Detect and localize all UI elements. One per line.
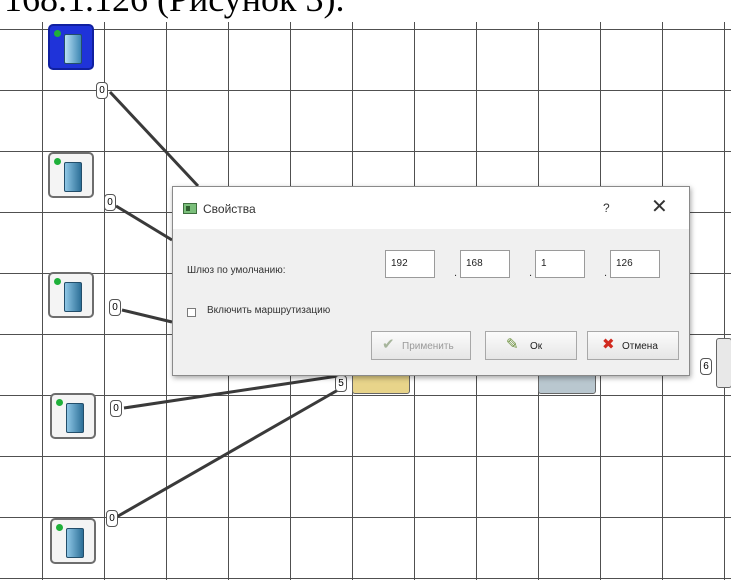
computer-tower-icon: [64, 162, 82, 192]
gateway-octet-1-input[interactable]: 192: [385, 250, 435, 278]
apply-button[interactable]: ✔ Применить: [371, 331, 471, 360]
workstation-pc-4[interactable]: [50, 393, 96, 439]
checkmark-icon: ✔: [382, 336, 395, 353]
status-led-icon: [54, 158, 61, 165]
octet-separator: .: [604, 267, 608, 279]
port-label-pc2: 0: [104, 194, 116, 211]
link-pc4: [123, 374, 339, 410]
gateway-octet-2-input[interactable]: 168: [460, 250, 510, 278]
window-icon: [183, 203, 197, 214]
link-pc1: [108, 90, 200, 188]
right-edge-device[interactable]: [716, 338, 731, 388]
port-label-pc3: 0: [109, 299, 121, 316]
gateway-octet-4-input[interactable]: 126: [610, 250, 660, 278]
close-button[interactable]: ✕: [651, 197, 668, 217]
status-led-icon: [56, 524, 63, 531]
workstation-pc-5[interactable]: [50, 518, 96, 564]
computer-tower-icon: [64, 282, 82, 312]
dialog-titlebar: Свойства ? ✕: [173, 187, 689, 229]
workstation-pc-3[interactable]: [48, 272, 94, 318]
workstation-pc-2[interactable]: [48, 152, 94, 198]
status-led-icon: [54, 278, 61, 285]
octet-separator: .: [529, 267, 533, 279]
help-button[interactable]: ?: [603, 201, 610, 215]
apply-button-label: Применить: [402, 341, 454, 352]
octet-separator: .: [454, 267, 458, 279]
enable-routing-checkbox[interactable]: [187, 308, 196, 317]
computer-tower-icon: [66, 403, 84, 433]
properties-dialog: Свойства ? ✕ Шлюз по умолчанию: 192 . 16…: [172, 186, 690, 376]
link-pc2: [115, 204, 173, 242]
ok-icon: ✎: [506, 336, 519, 353]
dialog-title: Свойства: [203, 202, 256, 216]
cancel-x-icon: ✖: [602, 336, 615, 353]
cancel-button[interactable]: ✖ Отмена: [587, 331, 679, 360]
port-label-pc4: 0: [110, 400, 122, 417]
default-gateway-label: Шлюз по умолчанию:: [187, 265, 286, 276]
computer-tower-icon: [64, 34, 82, 64]
cancel-button-label: Отмена: [622, 341, 658, 352]
port-label-switch: 5: [335, 375, 347, 392]
status-led-icon: [56, 399, 63, 406]
computer-tower-icon: [66, 528, 84, 558]
link-pc5: [112, 388, 339, 521]
enable-routing-label: Включить маршрутизацию: [207, 305, 331, 316]
ok-button-label: Ок: [530, 341, 543, 352]
link-pc3: [121, 308, 173, 324]
status-led-icon: [54, 30, 61, 37]
gateway-octet-3-input[interactable]: 1: [535, 250, 585, 278]
ok-button[interactable]: ✎ Ок: [485, 331, 577, 360]
port-label-pc1: 0: [96, 82, 108, 99]
port-label-pc5: 0: [106, 510, 118, 527]
workstation-pc-1[interactable]: [48, 24, 94, 70]
port-label-right-node: 6: [700, 358, 712, 375]
